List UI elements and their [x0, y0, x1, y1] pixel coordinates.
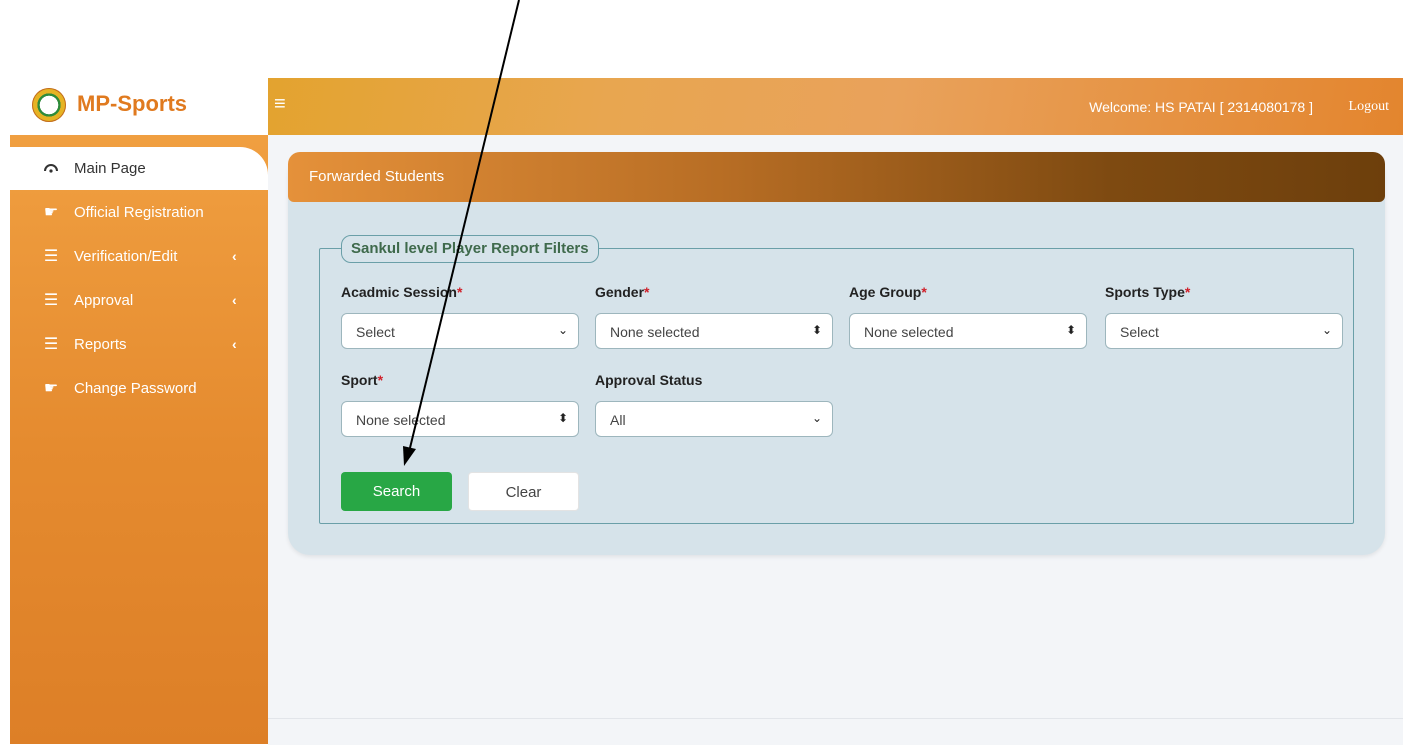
age-group-multiselect[interactable]: None selected ⬍ — [849, 313, 1087, 349]
sidebar-item-change-password[interactable]: ☛ Change Password — [10, 366, 268, 410]
age-group-value: None selected — [864, 324, 954, 340]
required-mark: * — [921, 284, 927, 300]
gender-label: Gender* — [595, 284, 650, 300]
sports-type-value: Select — [1120, 324, 1159, 340]
list-icon: ☰ — [43, 336, 59, 353]
sports-type-select[interactable]: Select ⌄ — [1105, 313, 1343, 349]
list-icon: ☰ — [43, 248, 59, 265]
footer — [268, 718, 1403, 745]
sidebar-item-reports[interactable]: ☰ Reports ‹ — [10, 322, 268, 366]
top-bar: ≡ Welcome: HS PATAI [ 2314080178 ] Logou… — [268, 78, 1403, 135]
chevron-left-icon: ‹ — [232, 336, 237, 352]
sidebar-item-main-page[interactable]: Main Page — [10, 147, 268, 190]
sidebar-item-label: Main Page — [74, 160, 146, 177]
chevron-down-icon: ⌄ — [811, 411, 822, 425]
sort-updown-icon: ⬍ — [1065, 323, 1076, 337]
sidebar-item-label: Verification/Edit — [74, 247, 178, 265]
panel-header: Forwarded Students — [288, 152, 1385, 202]
approval-status-select[interactable]: All ⌄ — [595, 401, 833, 437]
sports-type-label: Sports Type* — [1105, 284, 1191, 300]
chevron-down-icon: ⌄ — [557, 323, 568, 337]
sidebar: MP-Sports Main Page ☛ Official Registrat… — [10, 78, 268, 744]
session-label: Acadmic Session* — [341, 284, 463, 300]
brand-header[interactable]: MP-Sports — [10, 78, 268, 135]
filters-legend: Sankul level Player Report Filters — [341, 235, 599, 263]
sidebar-nav: Main Page ☛ Official Registration ☰ Veri… — [10, 147, 268, 410]
panel-title: Forwarded Students — [309, 168, 445, 185]
welcome-text: Welcome: HS PATAI [ 2314080178 ] — [1089, 99, 1313, 115]
sidebar-item-label: Approval — [74, 291, 134, 309]
sidebar-item-approval[interactable]: ☰ Approval ‹ — [10, 278, 268, 322]
clear-button[interactable]: Clear — [468, 472, 579, 511]
chevron-left-icon: ‹ — [232, 248, 237, 264]
logout-link[interactable]: Logout — [1349, 99, 1389, 115]
gender-value: None selected — [610, 324, 700, 340]
chevron-left-icon: ‹ — [232, 292, 237, 308]
pointing-hand-icon: ☛ — [43, 380, 59, 397]
sidebar-item-label: Official Registration — [74, 203, 204, 221]
filters-fieldset: Sankul level Player Report Filters Acadm… — [319, 235, 1354, 524]
sidebar-item-official-registration[interactable]: ☛ Official Registration — [10, 190, 268, 234]
sidebar-item-label: Reports — [74, 335, 127, 353]
required-mark: * — [377, 372, 384, 388]
list-icon: ☰ — [43, 292, 59, 309]
sport-value: None selected — [356, 412, 446, 428]
age-group-label: Age Group* — [849, 284, 927, 300]
hamburger-menu-icon[interactable]: ≡ — [274, 93, 286, 116]
sport-label: Sport* — [341, 372, 384, 388]
required-mark: * — [456, 284, 463, 300]
session-select[interactable]: Select ⌄ — [341, 313, 579, 349]
pointing-hand-icon: ☛ — [43, 204, 59, 221]
sidebar-item-verification-edit[interactable]: ☰ Verification/Edit ‹ — [10, 234, 268, 278]
dashboard-gauge-icon — [40, 160, 62, 178]
sort-updown-icon: ⬍ — [557, 411, 568, 425]
approval-status-value: All — [610, 412, 626, 428]
main-content: Forwarded Students Sankul level Player R… — [268, 135, 1403, 719]
gender-multiselect[interactable]: None selected ⬍ — [595, 313, 833, 349]
search-button[interactable]: Search — [341, 472, 452, 511]
sort-updown-icon: ⬍ — [811, 323, 822, 337]
session-value: Select — [356, 324, 395, 340]
brand-name: MP-Sports — [77, 91, 187, 116]
approval-status-label: Approval Status — [595, 372, 703, 388]
mp-sports-logo — [32, 88, 66, 122]
forwarded-students-panel: Forwarded Students Sankul level Player R… — [288, 152, 1385, 555]
required-mark: * — [1184, 284, 1191, 300]
sidebar-item-label: Change Password — [74, 379, 197, 397]
sport-multiselect[interactable]: None selected ⬍ — [341, 401, 579, 437]
chevron-down-icon: ⌄ — [1321, 323, 1332, 337]
required-mark: * — [644, 284, 650, 300]
